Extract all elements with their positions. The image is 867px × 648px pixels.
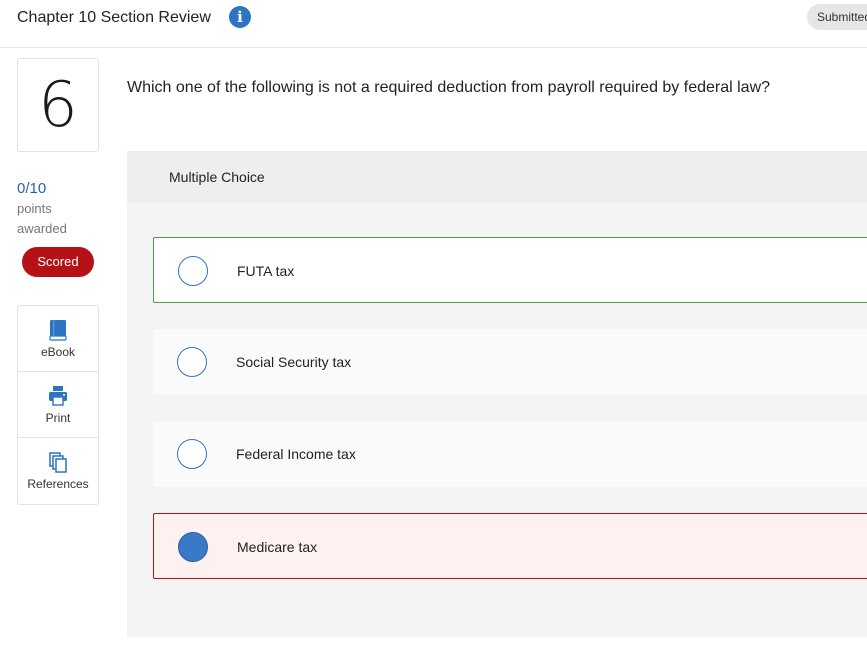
status-badge: Submitted — [807, 4, 867, 30]
scored-badge: Scored — [22, 247, 94, 277]
radio-button[interactable] — [178, 256, 208, 286]
question-number: 6 — [38, 68, 78, 141]
answer-option-federal-income[interactable]: Federal Income tax — [153, 421, 867, 487]
answer-option-social-security[interactable]: Social Security tax — [153, 329, 867, 395]
answer-option-medicare[interactable]: Medicare tax — [153, 513, 867, 579]
print-label: Print — [45, 411, 71, 425]
answer-panel: Multiple Choice FUTA tax Social Security… — [127, 151, 867, 637]
radio-button[interactable] — [177, 347, 207, 377]
references-button[interactable]: References — [18, 438, 98, 504]
answer-option-futa[interactable]: FUTA tax — [153, 237, 867, 303]
option-label: Social Security tax — [236, 354, 352, 370]
option-label: Medicare tax — [237, 539, 318, 555]
points-label: points — [17, 201, 52, 216]
info-icon[interactable]: i — [229, 6, 251, 28]
references-label: References — [27, 477, 89, 491]
ebook-label: eBook — [40, 345, 76, 359]
awarded-label: awarded — [17, 221, 67, 236]
radio-button-selected[interactable] — [178, 532, 208, 562]
top-header: Chapter 10 Section Review i Submitted — [0, 0, 867, 48]
book-icon — [49, 320, 67, 341]
tools-panel: eBook Print References — [17, 305, 99, 505]
option-label: Federal Income tax — [236, 446, 356, 462]
question-text: Which one of the following is not a requ… — [127, 79, 771, 96]
points-score: 0/10 — [17, 180, 47, 197]
page-title: Chapter 10 Section Review — [17, 9, 211, 26]
ebook-button[interactable]: eBook — [18, 306, 98, 372]
print-button[interactable]: Print — [18, 372, 98, 438]
radio-button[interactable] — [177, 439, 207, 469]
option-label: FUTA tax — [237, 263, 295, 279]
question-number-box: 6 — [17, 58, 99, 152]
question-type-label: Multiple Choice — [127, 151, 867, 203]
copy-icon — [49, 452, 67, 473]
printer-icon — [49, 386, 67, 406]
